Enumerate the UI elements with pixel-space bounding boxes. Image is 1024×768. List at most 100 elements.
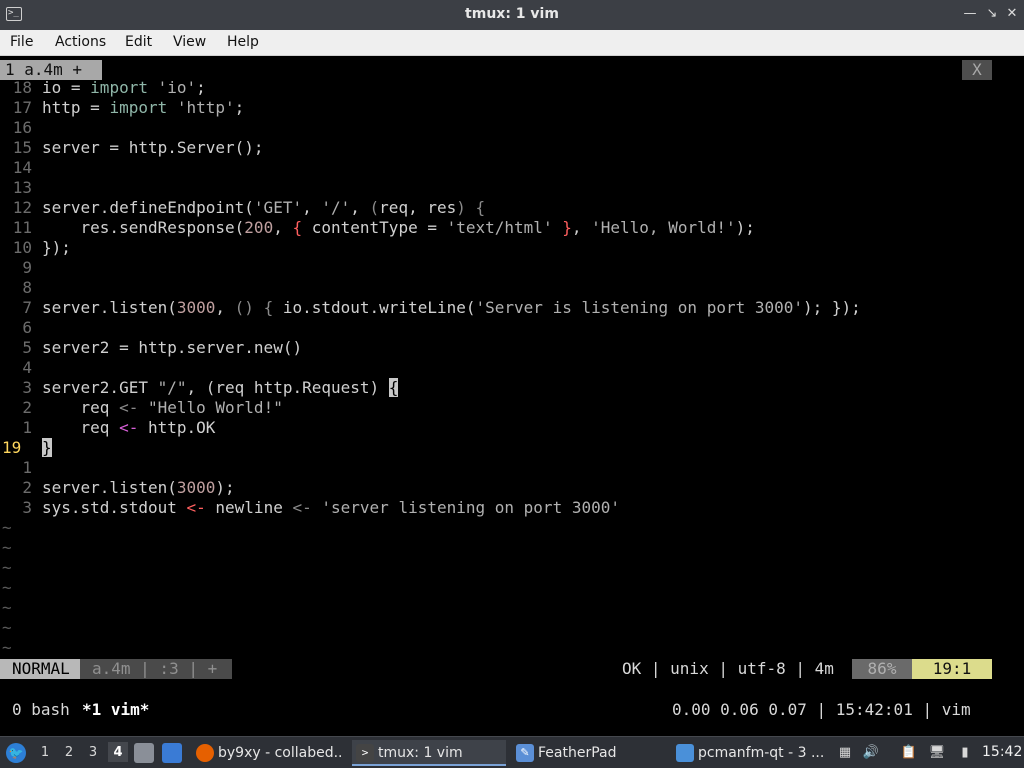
vim-cursor-position: 19:1 [912,659,992,679]
code-line[interactable]: 14 [0,158,1024,178]
code-token: http.OK [138,418,216,437]
code-token: <- [119,418,139,437]
code-line[interactable]: 15 server = http.Server(); [0,138,1024,158]
line-number: 14 [12,158,32,177]
code-token: { [388,378,399,397]
line-number: 17 [12,98,32,117]
minimize-button[interactable]: — [962,6,978,22]
line-number: 4 [22,358,32,377]
code-line[interactable]: 8 [0,278,1024,298]
code-token: { [263,298,274,317]
code-token: sys.std.stdout [42,498,187,517]
empty-line-tilde: ~ [2,598,12,617]
code-token: 'http' [176,98,235,117]
code-line[interactable]: 4 [0,358,1024,378]
menu-file[interactable]: File [10,34,33,50]
code-token: 'text/html' [446,218,553,237]
file-manager-launcher-icon[interactable] [134,743,154,763]
code-token: , [302,198,322,217]
tmux-window-vim[interactable]: *1 vim* [82,699,149,721]
task-label: tmux: 1 vim [378,745,463,761]
task-firefox[interactable]: by9xy - collabed... [192,740,344,766]
code-line[interactable]: 19} [0,438,1024,458]
code-line[interactable]: 2 req <- "Hello World!" [0,398,1024,418]
vim-file-info: a.4m | :3 | + [80,659,232,679]
code-text: req <- "Hello World!" [42,398,283,418]
desktop-3[interactable]: 3 [86,745,100,760]
code-line[interactable]: 3 sys.std.stdout <- newline <- 'server li… [0,498,1024,518]
tmux-status-bar: 0 bash *1 vim* 0.00 0.06 0.07 | 15:42:01… [0,699,1024,721]
code-token: ); [803,298,823,317]
menu-edit[interactable]: Edit [125,34,152,50]
vim-statusline: NORMAL a.4m | :3 | + OK | unix | utf-8 |… [0,659,1024,679]
code-token: res.sendResponse( [42,218,245,237]
show-desktop-icon[interactable] [162,743,182,763]
code-token: req, [379,198,428,217]
code-line[interactable]: 10}); [0,238,1024,258]
code-line[interactable]: 3 server2.GET "/", (req http.Request) { [0,378,1024,398]
code-token: import [109,98,168,117]
code-token: "/" [157,378,187,397]
network-icon[interactable]: 🖥 [928,744,946,762]
code-token: server.defineEndpoint( [42,198,254,217]
task-featherpad[interactable]: ✎ FeatherPad [512,740,666,766]
code-text: server2.GET "/", (req http.Request) { [42,378,399,398]
code-token: server = http.Server(); [42,138,264,157]
tmux-window-bash[interactable]: 0 bash [12,699,70,721]
close-button[interactable]: ✕ [1004,6,1020,22]
code-token: io = [42,78,91,97]
code-token: }); [822,298,861,317]
clipboard-icon[interactable]: 📋 [900,744,918,762]
task-tmux[interactable]: > tmux: 1 vim [352,740,506,766]
code-line[interactable]: 17 http = import 'http'; [0,98,1024,118]
code-line[interactable]: 18 io = import 'io'; [0,78,1024,98]
maximize-button[interactable]: ↘ [984,6,1000,22]
desktop-2[interactable]: 2 [62,745,76,760]
menu-help[interactable]: Help [227,34,259,50]
terminal-area[interactable]: 1 a.4m + X 18 io = import 'io'; 17 http = i… [0,56,1024,736]
desktop-1[interactable]: 1 [38,745,52,760]
code-token: ; [196,78,206,97]
folder-icon [676,744,694,762]
tray-app-icon[interactable]: ▦ [836,744,854,762]
battery-icon[interactable]: ▮ [956,744,974,762]
code-token: server.listen( [42,298,177,317]
code-line[interactable]: 6 [0,318,1024,338]
code-token: 'GET' [253,198,303,217]
task-label: FeatherPad [538,745,617,761]
tab-close-button[interactable]: X [962,60,992,80]
code-token: ( [369,198,380,217]
code-line[interactable]: 5 server2 = http.server.new() [0,338,1024,358]
line-number: 19 [2,438,22,457]
line-number: 10 [12,238,32,257]
volume-icon[interactable]: 🔊 [862,744,880,762]
code-line[interactable]: 1 req <- http.OK [0,418,1024,438]
line-number: 1 [22,418,32,437]
menu-actions[interactable]: Actions [55,34,106,50]
code-line[interactable]: 16 [0,118,1024,138]
code-line[interactable]: 7 server.listen(3000, () { io.stdout.writ… [0,298,1024,318]
empty-line-tilde: ~ [2,638,12,657]
vim-tab[interactable]: 1 a.4m + [0,60,102,80]
code-line[interactable]: 1 [0,458,1024,478]
code-text: server2 = http.server.new() [42,338,302,358]
line-number: 15 [12,138,32,157]
desktop-4[interactable]: 4 [108,742,128,762]
menu-view[interactable]: View [173,34,206,50]
code-line[interactable]: 2 server.listen(3000); [0,478,1024,498]
code-token: , [350,198,370,217]
line-number: 12 [12,198,32,217]
code-token: res [427,198,457,217]
start-menu-icon[interactable]: 🐦 [6,743,26,763]
title-bar: >_ tmux: 1 vim — ↘ ✕ [0,0,1024,30]
code-text: } [42,438,52,458]
code-token: '/' [321,198,351,217]
code-line[interactable]: 12 server.defineEndpoint('GET', '/', (req… [0,198,1024,218]
task-pcmanfm[interactable]: pcmanfm-qt - 3 ... [672,740,828,766]
code-text: server.listen(3000, () { io.stdout.write… [42,298,861,318]
line-number: 9 [22,258,32,277]
firefox-icon [196,744,214,762]
code-line[interactable]: 13 [0,178,1024,198]
code-line[interactable]: 11 res.sendResponse(200, { contentType =… [0,218,1024,238]
code-line[interactable]: 9 [0,258,1024,278]
